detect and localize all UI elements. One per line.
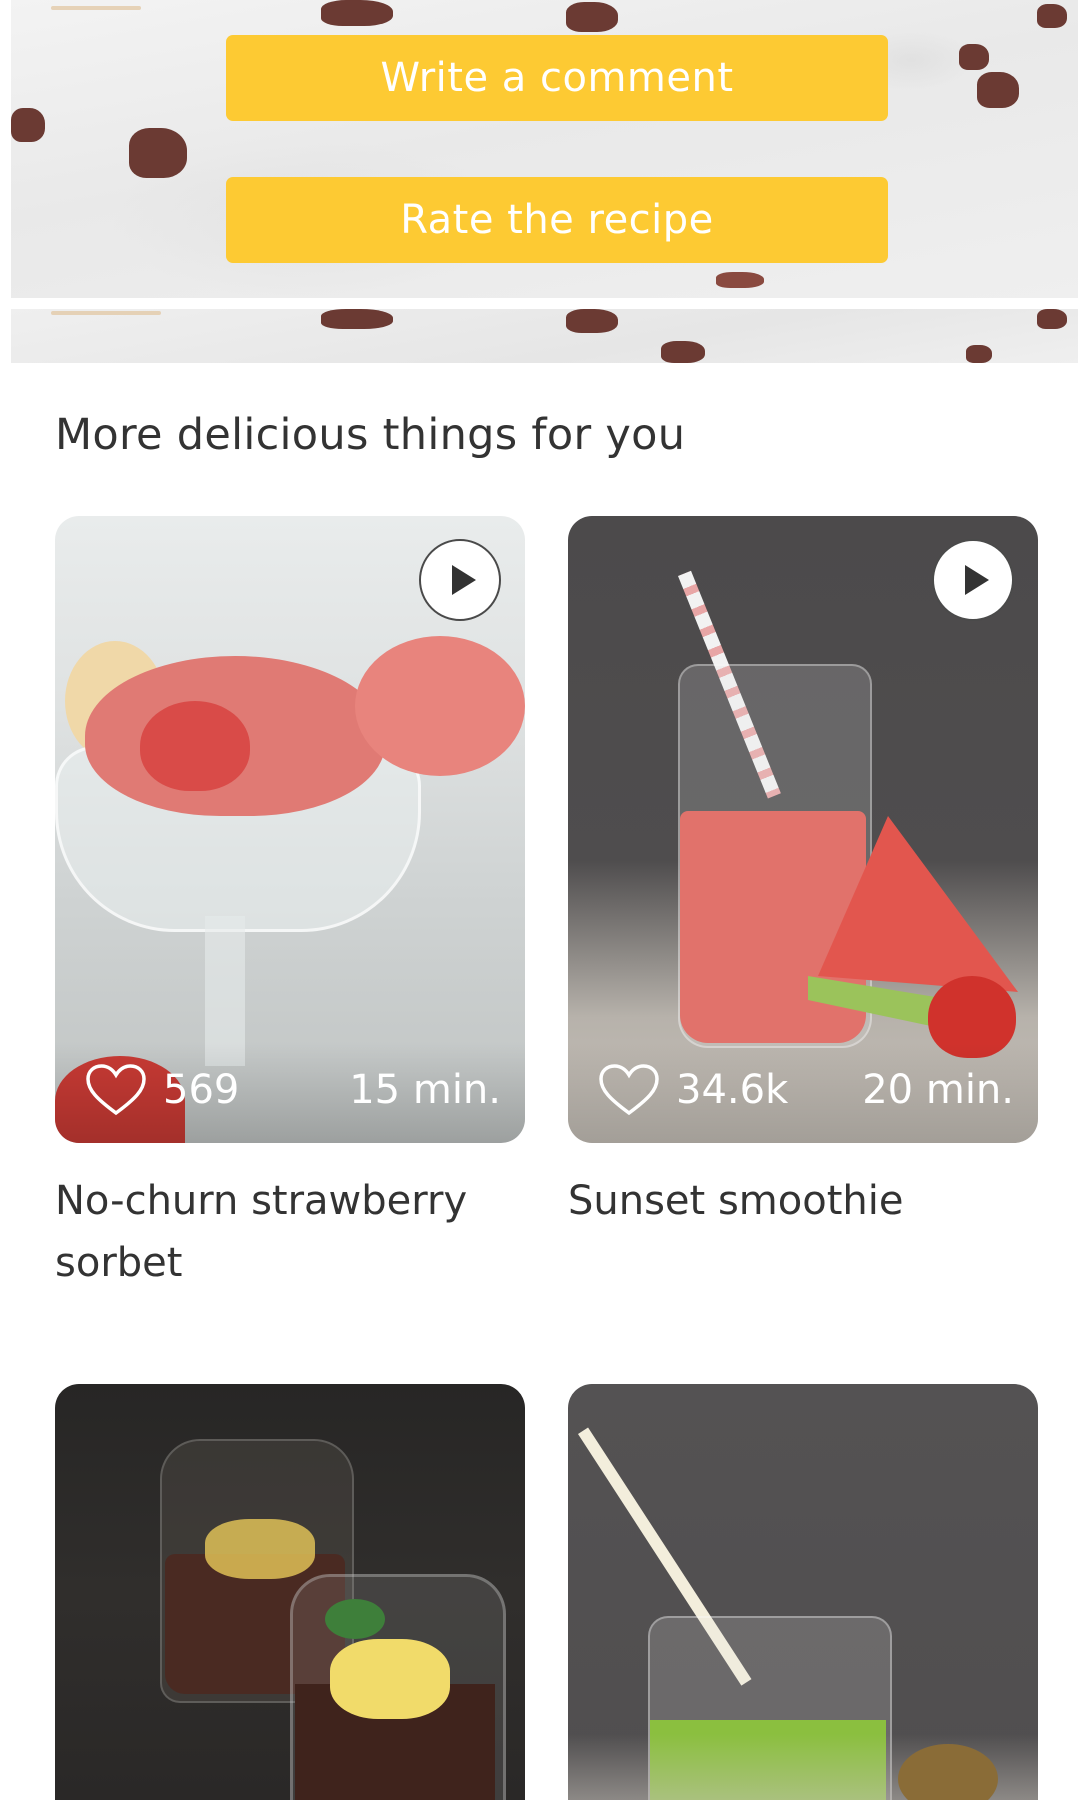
recipe-stats: 569 15 min. bbox=[55, 1043, 525, 1143]
hero-image: Write a comment Rate the recipe bbox=[11, 0, 1078, 298]
hero-garnish bbox=[1037, 4, 1067, 28]
hero-garnish bbox=[959, 44, 989, 70]
hero-garnish bbox=[129, 128, 187, 178]
hero-image-strip bbox=[11, 309, 1078, 363]
strawberry-image bbox=[140, 701, 250, 791]
hero-garnish bbox=[11, 108, 45, 142]
heart-outline-icon[interactable] bbox=[85, 1063, 147, 1117]
mint-image bbox=[325, 1599, 385, 1639]
cook-time: 20 min. bbox=[862, 1067, 1014, 1113]
recipe-card-image[interactable]: 569 15 min. bbox=[55, 516, 525, 1143]
recipe-card-image[interactable] bbox=[55, 1384, 525, 1800]
recipe-stats: 34.6k 20 min. bbox=[568, 1043, 1038, 1143]
rate-recipe-button[interactable]: Rate the recipe bbox=[226, 177, 888, 263]
hero-garnish bbox=[661, 341, 705, 363]
play-icon bbox=[452, 565, 476, 595]
sorbet-scoop-image bbox=[355, 636, 525, 776]
cook-time: 15 min. bbox=[349, 1067, 501, 1113]
play-video-button[interactable] bbox=[419, 539, 501, 621]
recipe-card-image[interactable]: 34.6k 20 min. bbox=[568, 516, 1038, 1143]
play-icon bbox=[965, 565, 989, 595]
like-count: 569 bbox=[163, 1067, 240, 1113]
hero-garnish bbox=[1037, 309, 1067, 329]
pineapple-image bbox=[205, 1519, 315, 1579]
hero-garnish bbox=[566, 309, 618, 333]
hero-garnish bbox=[51, 311, 161, 315]
smoothie-image bbox=[680, 811, 866, 1043]
section-title: More delicious things for you bbox=[55, 410, 686, 460]
hero-garnish bbox=[566, 2, 618, 32]
hero-garnish bbox=[966, 345, 992, 363]
heart-outline-icon[interactable] bbox=[598, 1063, 660, 1117]
write-comment-button[interactable]: Write a comment bbox=[226, 35, 888, 121]
recipe-card-image[interactable] bbox=[568, 1384, 1038, 1800]
recipe-title[interactable]: Sunset smoothie bbox=[568, 1170, 1038, 1232]
hero-garnish bbox=[716, 272, 764, 288]
hero-garnish bbox=[977, 72, 1019, 108]
recipe-title[interactable]: No-churn strawberry sorbet bbox=[55, 1170, 525, 1294]
pineapple-image bbox=[330, 1639, 450, 1719]
hero-garnish bbox=[321, 309, 393, 329]
like-count: 34.6k bbox=[676, 1067, 789, 1113]
hero-garnish bbox=[51, 6, 141, 10]
hero-garnish bbox=[321, 0, 393, 26]
play-video-button[interactable] bbox=[932, 539, 1014, 621]
